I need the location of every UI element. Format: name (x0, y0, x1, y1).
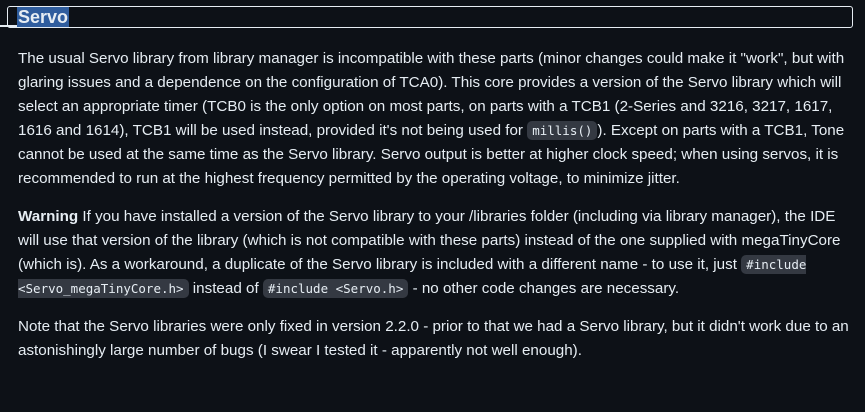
section-heading[interactable]: Servo (17, 7, 70, 27)
inline-code-millis: millis() (527, 121, 598, 140)
heading-focus-tick (0, 25, 18, 27)
heading-focus-outline (7, 6, 853, 28)
paragraph-servo-intro: The usual Servo library from library man… (18, 47, 853, 191)
article-body: The usual Servo library from library man… (18, 47, 853, 377)
paragraph-version-note: Note that the Servo libraries were only … (18, 318, 849, 359)
paragraph-text: instead of (188, 280, 263, 297)
paragraph-text: - no other code changes are necessary. (408, 280, 680, 297)
paragraph-text: If you have installed a version of the S… (18, 208, 841, 273)
warning-label: Warning (18, 208, 79, 225)
inline-code-include-servo: #include <Servo.h> (262, 279, 409, 298)
paragraph-warning: Warning If you have installed a version … (18, 205, 853, 301)
